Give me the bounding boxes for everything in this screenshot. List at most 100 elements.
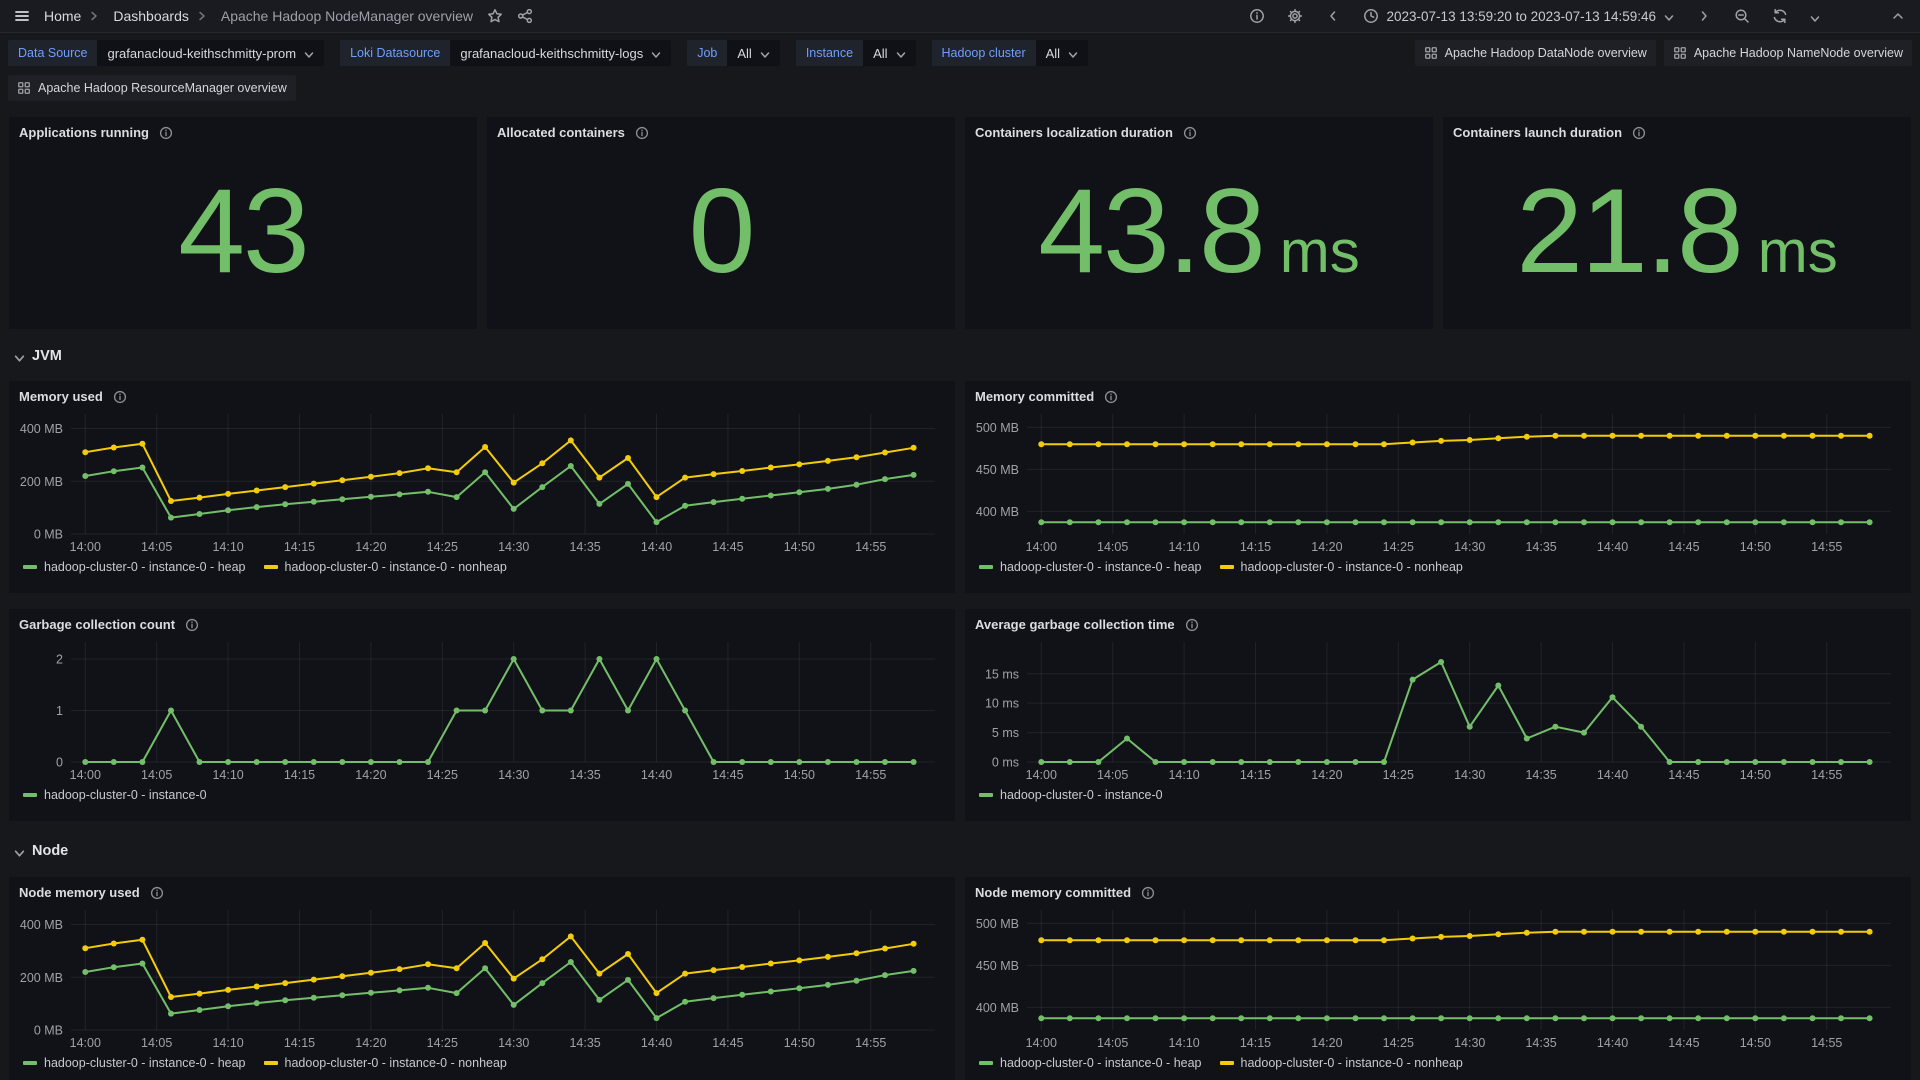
- svg-text:0 ms: 0 ms: [992, 756, 1019, 770]
- info-icon[interactable]: [150, 886, 164, 900]
- chevron-down-icon[interactable]: [1810, 11, 1820, 22]
- legend-label: hadoop-cluster-0 - instance-0 - heap: [1000, 1056, 1202, 1070]
- job-select[interactable]: All: [727, 40, 780, 66]
- time-series-plot[interactable]: 14:00 14:05 14:10 14:15 14:20 14:25 14:30 14:35…: [19, 404, 945, 556]
- stat-unit: ms: [1757, 217, 1838, 285]
- svg-text:14:20: 14:20: [355, 768, 386, 782]
- legend-item[interactable]: hadoop-cluster-0 - instance-0 - nonheap: [1219, 560, 1463, 574]
- hadoop-cluster-select[interactable]: All: [1035, 40, 1089, 66]
- legend-item[interactable]: hadoop-cluster-0 - instance-0 - nonheap: [263, 1056, 507, 1070]
- chevron-down-icon: [1068, 48, 1078, 58]
- legend-item[interactable]: hadoop-cluster-0 - instance-0 - heap: [979, 1056, 1202, 1070]
- filter-label: Hadoop cluster: [931, 40, 1036, 66]
- stat-value: 0: [688, 163, 756, 298]
- section-jvm[interactable]: JVM: [8, 343, 1912, 369]
- legend-swatch: [979, 793, 993, 797]
- info-icon[interactable]: [1185, 618, 1199, 632]
- data-source-select[interactable]: grafanacloud-keithschmitty-prom: [97, 40, 325, 66]
- svg-text:14:25: 14:25: [1383, 1036, 1414, 1050]
- panel-title[interactable]: Garbage collection count: [19, 617, 175, 632]
- stat-panel-row: Applications running 43 Allocated contai…: [8, 116, 1912, 330]
- star-icon[interactable]: [487, 8, 503, 24]
- link-resourcemanager-overview[interactable]: Apache Hadoop ResourceManager overview: [8, 75, 296, 101]
- panel-title[interactable]: Node memory committed: [975, 885, 1131, 900]
- breadcrumb-current: Apache Hadoop NodeManager overview: [220, 8, 474, 24]
- menu-icon[interactable]: [14, 8, 30, 24]
- legend-item[interactable]: hadoop-cluster-0 - instance-0 - heap: [23, 560, 246, 574]
- svg-text:400 MB: 400 MB: [976, 1001, 1019, 1015]
- info-icon[interactable]: [1141, 886, 1155, 900]
- panel-title[interactable]: Containers localization duration: [975, 125, 1173, 140]
- svg-text:14:55: 14:55: [1811, 540, 1842, 554]
- chart-legend: hadoop-cluster-0 - instance-0: [19, 784, 945, 802]
- svg-text:14:15: 14:15: [284, 768, 315, 782]
- panel-node-memory-used: Node memory used 14:00 14:05 14:10 14:15 14:…: [8, 876, 956, 1080]
- info-icon[interactable]: [635, 126, 649, 140]
- link-datanode-overview[interactable]: Apache Hadoop DataNode overview: [1414, 40, 1656, 66]
- svg-text:14:35: 14:35: [569, 540, 600, 554]
- time-range-text: 2023-07-13 13:59:20 to 2023-07-13 14:59:…: [1386, 8, 1656, 24]
- time-series-plot[interactable]: 14:00 14:05 14:10 14:15 14:20 14:25 14:30 14:35…: [975, 632, 1901, 784]
- svg-text:14:05: 14:05: [141, 768, 172, 782]
- svg-text:14:05: 14:05: [1097, 1036, 1128, 1050]
- gear-icon[interactable]: [1287, 8, 1303, 24]
- legend-swatch: [23, 1061, 37, 1065]
- svg-text:14:25: 14:25: [427, 768, 458, 782]
- svg-text:14:50: 14:50: [784, 1036, 815, 1050]
- time-series-plot[interactable]: 14:00 14:05 14:10 14:15 14:20 14:25 14:30 14:35…: [975, 404, 1901, 556]
- legend-item[interactable]: hadoop-cluster-0 - instance-0 - nonheap: [263, 560, 507, 574]
- instance-select[interactable]: All: [863, 40, 916, 66]
- panel-memory-committed: Memory committed 14:00 14:05 14:10 14:15 14:…: [964, 380, 1912, 594]
- chevron-left-icon[interactable]: [1325, 8, 1341, 24]
- svg-text:14:25: 14:25: [1383, 540, 1414, 554]
- info-icon[interactable]: [185, 618, 199, 632]
- legend-item[interactable]: hadoop-cluster-0 - instance-0 - heap: [23, 1056, 246, 1070]
- time-series-plot[interactable]: 14:00 14:05 14:10 14:15 14:20 14:25 14:30 14:35…: [19, 900, 945, 1052]
- svg-text:400 MB: 400 MB: [976, 505, 1019, 519]
- svg-text:14:25: 14:25: [1383, 768, 1414, 782]
- apps-grid-icon: [1673, 46, 1687, 60]
- chevron-down-icon: [651, 48, 661, 58]
- panel-title[interactable]: Average garbage collection time: [975, 617, 1175, 632]
- section-node[interactable]: Node: [8, 838, 1912, 864]
- panel-title[interactable]: Memory committed: [975, 389, 1094, 404]
- legend-item[interactable]: hadoop-cluster-0 - instance-0: [23, 788, 207, 802]
- panel-title[interactable]: Node memory used: [19, 885, 140, 900]
- svg-text:14:40: 14:40: [641, 1036, 672, 1050]
- refresh-icon[interactable]: [1772, 8, 1788, 24]
- time-series-plot[interactable]: 14:00 14:05 14:10 14:15 14:20 14:25 14:30 14:35…: [975, 900, 1901, 1052]
- legend-swatch: [23, 565, 37, 569]
- info-icon[interactable]: [1104, 390, 1118, 404]
- legend-item[interactable]: hadoop-cluster-0 - instance-0 - heap: [979, 560, 1202, 574]
- share-icon[interactable]: [517, 8, 533, 24]
- info-icon[interactable]: [159, 126, 173, 140]
- time-series-plot[interactable]: 14:00 14:05 14:10 14:15 14:20 14:25 14:30 14:35…: [19, 632, 945, 784]
- zoom-out-icon[interactable]: [1734, 8, 1750, 24]
- svg-text:14:20: 14:20: [355, 1036, 386, 1050]
- panel-title[interactable]: Applications running: [19, 125, 149, 140]
- time-range-picker[interactable]: 2023-07-13 13:59:20 to 2023-07-13 14:59:…: [1363, 8, 1674, 24]
- legend-item[interactable]: hadoop-cluster-0 - instance-0 - nonheap: [1219, 1056, 1463, 1070]
- panel-title[interactable]: Memory used: [19, 389, 103, 404]
- info-circle-icon[interactable]: [1249, 8, 1265, 24]
- chart-legend: hadoop-cluster-0 - instance-0: [975, 784, 1901, 802]
- info-icon[interactable]: [1632, 126, 1646, 140]
- panel-title[interactable]: Containers launch duration: [1453, 125, 1622, 140]
- svg-text:14:00: 14:00: [1026, 768, 1057, 782]
- svg-text:14:35: 14:35: [569, 1036, 600, 1050]
- svg-text:14:30: 14:30: [1454, 1036, 1485, 1050]
- info-icon[interactable]: [1183, 126, 1197, 140]
- legend-label: hadoop-cluster-0 - instance-0: [44, 788, 207, 802]
- panel-title[interactable]: Allocated containers: [497, 125, 625, 140]
- info-icon[interactable]: [113, 390, 127, 404]
- chart-legend: hadoop-cluster-0 - instance-0 - heap hado…: [19, 1052, 945, 1070]
- caret-up-icon[interactable]: [1890, 8, 1906, 24]
- svg-text:14:10: 14:10: [212, 768, 243, 782]
- chevron-right-icon[interactable]: [1696, 8, 1712, 24]
- legend-item[interactable]: hadoop-cluster-0 - instance-0: [979, 788, 1163, 802]
- svg-text:14:00: 14:00: [70, 540, 101, 554]
- loki-datasource-select[interactable]: grafanacloud-keithschmitty-logs: [450, 40, 672, 66]
- link-namenode-overview[interactable]: Apache Hadoop NameNode overview: [1663, 40, 1912, 66]
- breadcrumb-dashboards[interactable]: Dashboards: [113, 8, 189, 24]
- breadcrumb-home[interactable]: Home: [44, 8, 81, 24]
